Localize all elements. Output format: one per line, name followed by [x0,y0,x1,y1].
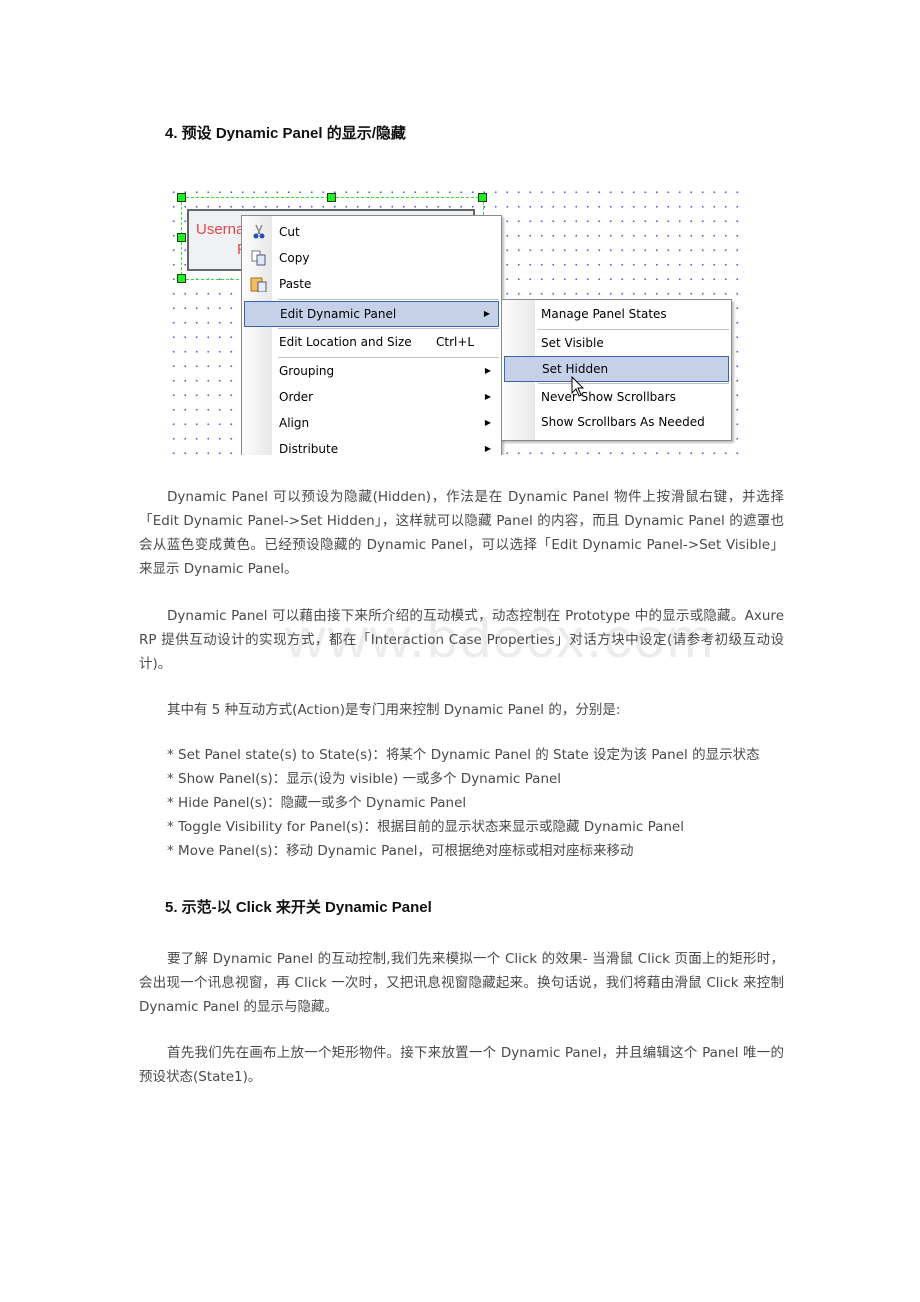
list-item: * Show Panel(s)：显示(设为 visible) 一或多个 Dyna… [167,771,562,787]
menu-separator [278,328,499,329]
submenu-arrow-icon: ▶ [483,309,490,318]
menu-item-order[interactable]: Order ▶ [244,385,499,409]
paragraph-hidden-intro: Dynamic Panel 可以预设为隐藏(Hidden)，作法是在 Dynam… [139,489,784,577]
menu-item-manage-panel-states[interactable]: Manage Panel States [504,302,729,326]
shortcut-label: Ctrl+L [436,335,475,349]
paragraph-actions-intro: 其中有 5 种互动方式(Action)是专门用来控制 Dynamic Panel… [167,702,621,718]
scissors-icon [253,224,265,239]
menu-item-copy[interactable]: Copy [244,246,499,270]
menu-item-edit-dynamic-panel[interactable]: Edit Dynamic Panel ▶ [244,301,499,327]
menu-separator [278,357,499,358]
resize-handle[interactable] [327,193,336,202]
menu-item-set-visible[interactable]: Set Visible [504,331,729,355]
field-label: Userna [196,221,245,238]
menu-item-set-hidden[interactable]: Set Hidden [504,356,729,382]
menu-item-show-scrollbars-as-needed[interactable]: Show Scrollbars As Needed [504,410,729,434]
menu-separator [278,299,499,300]
section-heading-5: 5. 示范-以 Click 来开关 Dynamic Panel [165,899,432,916]
resize-handle[interactable] [177,233,186,242]
submenu-arrow-icon: ▶ [484,366,491,375]
context-menu: Cut Copy Paste Edit Dynamic Panel ▶ Edit… [241,215,502,455]
paragraph-click-demo: 要了解 Dynamic Panel 的互动控制,我们先来模拟一个 Click 的… [139,951,784,1015]
menu-item-distribute[interactable]: Distribute ▶ [244,437,499,455]
resize-handle[interactable] [478,193,487,202]
paragraph-setup: 首先我们先在画布上放一个矩形物件。接下来放置一个 Dynamic Panel，并… [139,1045,784,1085]
screenshot-figure: Userna P Cut Copy Paste [167,183,742,455]
submenu-arrow-icon: ▶ [484,392,491,401]
section-heading-4: 4. 预设 Dynamic Panel 的显示/隐藏 [165,125,406,142]
menu-item-grouping[interactable]: Grouping ▶ [244,359,499,383]
list-item: * Move Panel(s)：移动 Dynamic Panel，可根据绝对座标… [167,843,634,859]
menu-item-edit-location-size[interactable]: Edit Location and Size Ctrl+L [244,330,499,354]
menu-item-never-show-scrollbars[interactable]: Never Show Scrollbars [504,385,729,409]
menu-item-paste[interactable]: Paste [244,272,499,296]
actions-list: * Set Panel state(s) to State(s)：将某个 Dyn… [167,743,760,863]
paragraph-interaction-intro: Dynamic Panel 可以藉由接下来所介绍的互动模式，动态控制在 Prot… [139,608,784,672]
paste-icon [250,277,267,292]
submenu-edit-dynamic-panel: Manage Panel States Set Visible Set Hidd… [501,299,732,441]
menu-item-align[interactable]: Align ▶ [244,411,499,435]
list-item: * Set Panel state(s) to State(s)：将某个 Dyn… [167,747,760,763]
menu-separator [538,329,729,330]
mouse-cursor-icon [571,376,585,397]
submenu-arrow-icon: ▶ [484,418,491,427]
menu-item-cut[interactable]: Cut [244,220,499,244]
menu-separator [538,383,729,384]
resize-handle[interactable] [177,274,186,283]
list-item: * Hide Panel(s)：隐藏一或多个 Dynamic Panel [167,795,467,811]
copy-icon [251,250,266,266]
list-item: * Toggle Visibility for Panel(s)：根据目前的显示… [167,819,684,835]
submenu-arrow-icon: ▶ [484,444,491,453]
resize-handle[interactable] [177,193,186,202]
